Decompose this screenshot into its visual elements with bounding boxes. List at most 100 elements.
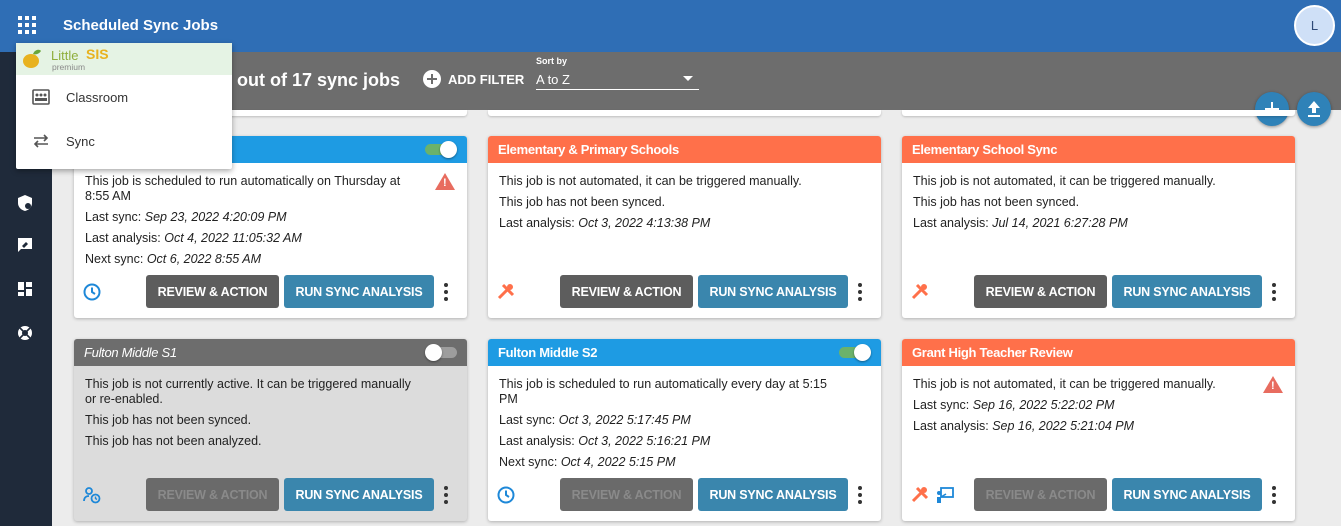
job-count-text: 7 out of 17 sync jobs <box>222 70 401 90</box>
tools-icon[interactable] <box>910 282 930 302</box>
card-header: Elementary School Sync <box>902 136 1295 163</box>
card-body: This job is not currently active. It can… <box>74 366 467 449</box>
sync-status-text: This job has not been synced. <box>913 195 1080 209</box>
feedback-icon[interactable] <box>16 236 34 254</box>
sync-arrows-icon <box>33 134 49 148</box>
review-action-button[interactable]: REVIEW & ACTION <box>146 275 279 308</box>
add-filter-button[interactable]: ADD FILTER <box>423 70 524 88</box>
last-analysis-text: Last analysis: Jul 14, 2021 6:27:28 PM <box>913 216 1128 230</box>
schedule-text: This job is not automated, it can be tri… <box>913 377 1216 391</box>
user-schedule-icon[interactable] <box>82 485 102 505</box>
last-analysis-text: Last analysis: Oct 4, 2022 11:05:32 AM <box>85 231 302 245</box>
classroom-icon <box>32 89 50 105</box>
card-body: This job is not automated, it can be tri… <box>902 366 1295 434</box>
sync-job-card: Elementary & Primary Schools This job is… <box>488 136 881 318</box>
more-vert-icon[interactable] <box>858 283 862 301</box>
sync-status-text: This job has not been synced. <box>499 195 666 209</box>
brand-little: Little <box>51 48 79 63</box>
run-sync-analysis-button[interactable]: RUN SYNC ANALYSIS <box>1112 275 1262 308</box>
sort-by-select[interactable]: Sort by A to Z <box>536 54 699 90</box>
run-sync-analysis-button[interactable]: RUN SYNC ANALYSIS <box>284 478 434 511</box>
menu-item-label: Sync <box>66 134 95 149</box>
dashboard-icon[interactable] <box>16 280 34 298</box>
page-title: Scheduled Sync Jobs <box>63 17 219 34</box>
sync-job-card: Fulton Middle S2 This job is scheduled t… <box>488 339 881 521</box>
brand-sis: SIS <box>86 46 109 62</box>
card-actions: REVIEW & ACTION RUN SYNC ANALYSIS <box>902 275 1295 308</box>
card-body: This job is not automated, it can be tri… <box>488 163 881 231</box>
sync-status-text: This job has not been synced. <box>85 413 252 427</box>
last-sync-text: Last sync: Sep 16, 2022 5:22:02 PM <box>913 398 1115 412</box>
card-actions: REVIEW & ACTION RUN SYNC ANALYSIS <box>74 478 467 511</box>
automation-toggle[interactable] <box>839 344 871 361</box>
review-action-button[interactable]: REVIEW & ACTION <box>974 275 1107 308</box>
upload-fab-button[interactable] <box>1297 92 1331 126</box>
user-avatar[interactable]: L <box>1294 5 1335 46</box>
sync-job-card: Grant High Teacher Review This job is no… <box>902 339 1295 521</box>
run-sync-analysis-button[interactable]: RUN SYNC ANALYSIS <box>1112 478 1262 511</box>
schedule-text: This job is not currently active. It can… <box>85 377 411 406</box>
lemon-logo-icon <box>23 49 41 68</box>
analysis-status-text: This job has not been analyzed. <box>85 434 262 448</box>
shield-settings-icon[interactable] <box>16 194 34 212</box>
last-analysis-text: Last analysis: Oct 3, 2022 4:13:38 PM <box>499 216 711 230</box>
add-job-fab-button[interactable] <box>1255 92 1289 126</box>
card-stub <box>488 110 881 116</box>
card-title: Fulton Middle S1 <box>84 345 177 360</box>
tools-icon[interactable] <box>910 485 930 505</box>
warning-icon[interactable] <box>1263 376 1283 394</box>
clock-icon[interactable] <box>496 485 516 505</box>
apps-grid-icon[interactable] <box>18 16 36 34</box>
more-vert-icon[interactable] <box>1272 283 1276 301</box>
clock-icon[interactable] <box>82 282 102 302</box>
teacher-icon[interactable] <box>935 485 955 505</box>
last-analysis-text: Last analysis: Sep 16, 2022 5:21:04 PM <box>913 419 1134 433</box>
card-title: Fulton Middle S2 <box>498 345 598 360</box>
review-action-button[interactable]: REVIEW & ACTION <box>974 478 1107 511</box>
more-vert-icon[interactable] <box>444 486 448 504</box>
card-actions: REVIEW & ACTION RUN SYNC ANALYSIS <box>902 478 1295 511</box>
card-actions: REVIEW & ACTION RUN SYNC ANALYSIS <box>74 275 467 308</box>
menu-item-classroom[interactable]: Classroom <box>16 77 232 117</box>
schedule-text: This job is not automated, it can be tri… <box>913 174 1216 188</box>
card-header: Elementary & Primary Schools <box>488 136 881 163</box>
run-sync-analysis-button[interactable]: RUN SYNC ANALYSIS <box>698 275 848 308</box>
schedule-text: This job is not automated, it can be tri… <box>499 174 802 188</box>
tools-icon[interactable] <box>496 282 516 302</box>
more-vert-icon[interactable] <box>858 486 862 504</box>
review-action-button[interactable]: REVIEW & ACTION <box>560 478 693 511</box>
sort-by-value: A to Z <box>536 72 570 87</box>
card-body: This job is scheduled to run automatical… <box>74 163 467 267</box>
card-title: Elementary & Primary Schools <box>498 142 679 157</box>
run-sync-analysis-button[interactable]: RUN SYNC ANALYSIS <box>698 478 848 511</box>
automation-toggle[interactable] <box>425 141 457 158</box>
last-sync-text: Last sync: Oct 3, 2022 5:17:45 PM <box>499 413 691 427</box>
app-switcher-menu: Little SIS premium Classroom Sync <box>16 43 232 169</box>
sort-by-label: Sort by <box>536 56 568 66</box>
add-circle-icon <box>423 70 441 88</box>
card-title: Grant High Teacher Review <box>912 345 1073 360</box>
review-action-button[interactable]: REVIEW & ACTION <box>560 275 693 308</box>
automation-toggle[interactable] <box>425 344 457 361</box>
card-header: Fulton Middle S1 <box>74 339 467 366</box>
review-action-button[interactable]: REVIEW & ACTION <box>146 478 279 511</box>
more-vert-icon[interactable] <box>1272 486 1276 504</box>
card-actions: REVIEW & ACTION RUN SYNC ANALYSIS <box>488 275 881 308</box>
upload-icon <box>1308 101 1320 117</box>
more-vert-icon[interactable] <box>444 283 448 301</box>
last-sync-text: Last sync: Sep 23, 2022 4:20:09 PM <box>85 210 287 224</box>
card-body: This job is not automated, it can be tri… <box>902 163 1295 231</box>
warning-icon[interactable] <box>435 173 455 191</box>
next-sync-text: Next sync: Oct 4, 2022 5:15 PM <box>499 455 676 469</box>
sync-job-card: Elementary School Sync This job is not a… <box>902 136 1295 318</box>
little-sis-brand[interactable]: Little SIS premium <box>16 43 232 75</box>
run-sync-analysis-button[interactable]: RUN SYNC ANALYSIS <box>284 275 434 308</box>
card-header: Fulton Middle S2 <box>488 339 881 366</box>
schedule-text: This job is scheduled to run automatical… <box>499 377 827 406</box>
filter-bar: 7 out of 17 sync jobs ADD FILTER Sort by… <box>52 52 1341 110</box>
card-body: This job is scheduled to run automatical… <box>488 366 881 470</box>
help-lifebuoy-icon[interactable] <box>16 324 34 342</box>
menu-item-sync[interactable]: Sync <box>16 121 232 161</box>
chevron-down-icon <box>683 76 693 81</box>
card-stub <box>902 110 1295 116</box>
